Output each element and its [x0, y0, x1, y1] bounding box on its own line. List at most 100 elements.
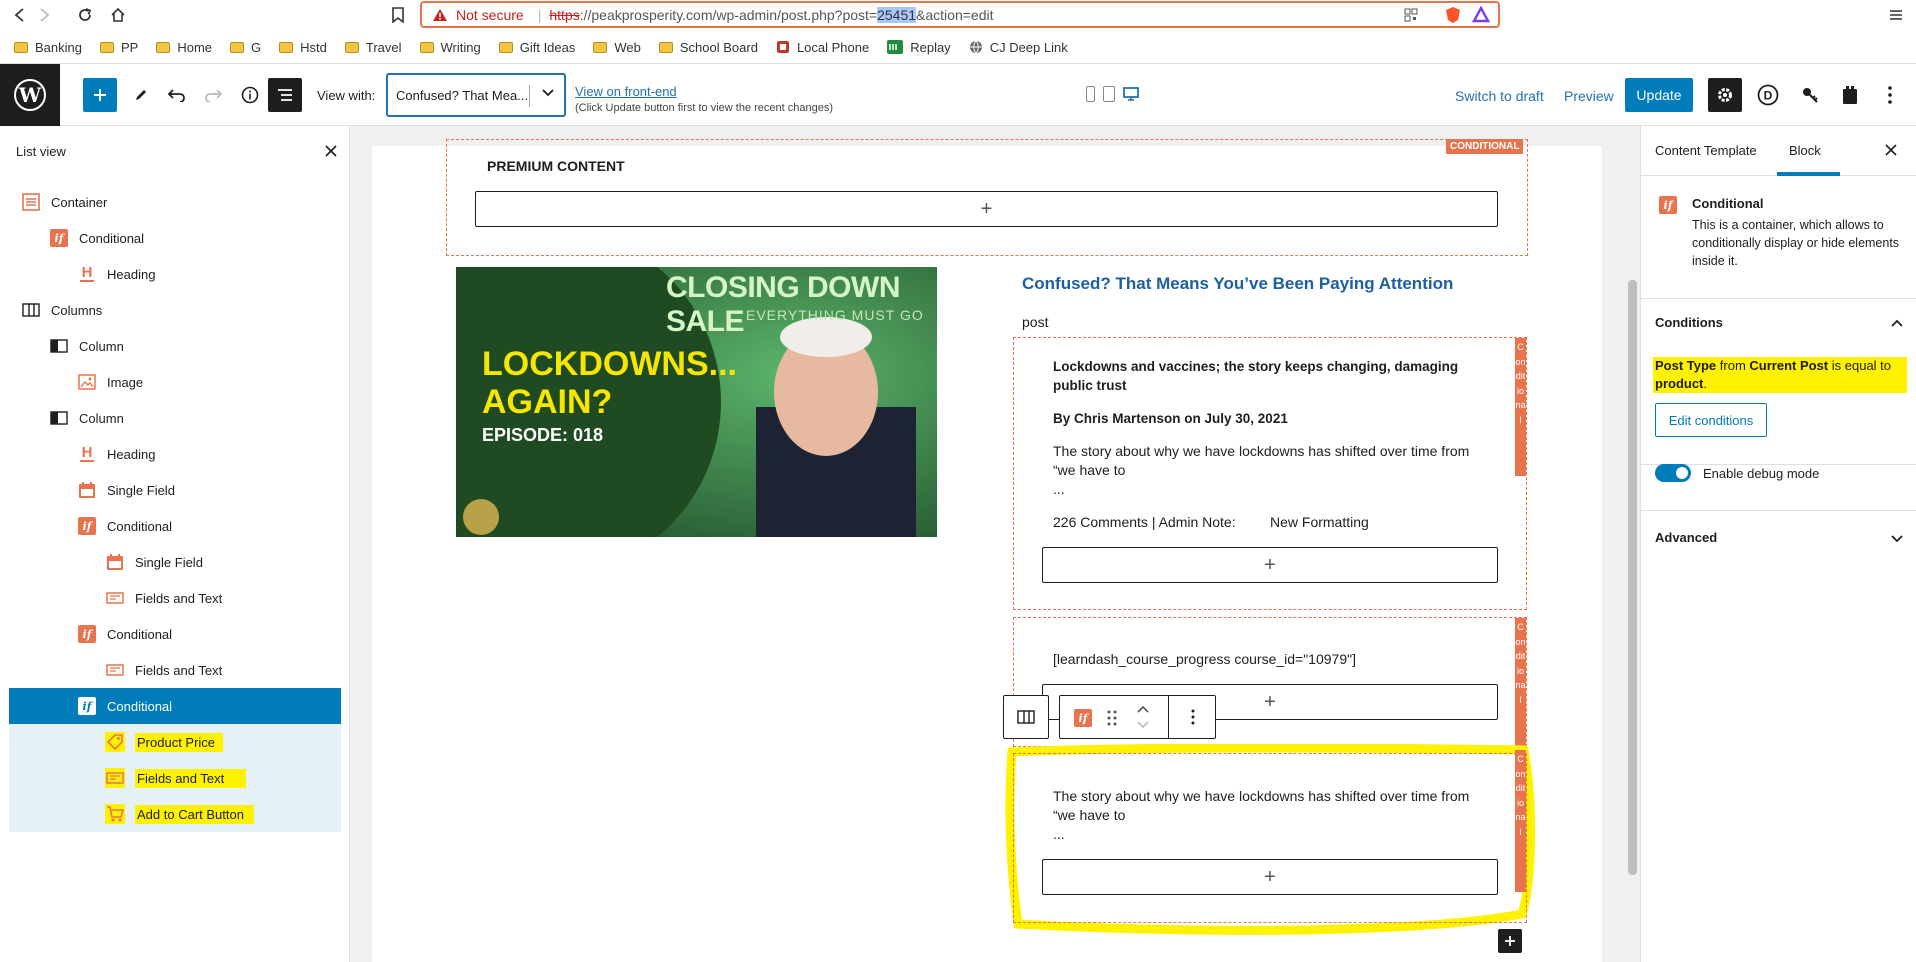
conditional-icon[interactable]: if [1074, 709, 1092, 727]
options-kebab-icon[interactable] [1873, 78, 1907, 112]
info-icon[interactable] [233, 78, 267, 112]
update-button[interactable]: Update [1625, 78, 1693, 112]
list-item-single-field[interactable]: Single Field [9, 544, 341, 580]
list-item-image[interactable]: Image [9, 364, 341, 400]
device-preview-group [1086, 86, 1139, 102]
list-item-add-to-cart[interactable]: Add to Cart Button [9, 796, 341, 832]
bookmark-item[interactable]: Travel [344, 40, 402, 55]
bookmark-item[interactable]: Replay [887, 40, 951, 55]
bookmark-item[interactable]: Banking [14, 40, 82, 55]
bookmark-item[interactable]: Home [156, 40, 212, 55]
bookmark-item[interactable]: G [230, 40, 261, 55]
url-text: https://peakprosperity.com/wp-admin/post… [549, 6, 994, 23]
tools-pencil-icon[interactable] [124, 78, 158, 112]
chevron-down-icon[interactable] [1891, 535, 1903, 543]
bookmark-icon[interactable] [388, 5, 408, 25]
reload-icon[interactable] [75, 5, 95, 25]
parent-select-button[interactable] [1003, 695, 1049, 739]
list-item-product-price[interactable]: Product Price [9, 724, 341, 760]
list-item-heading[interactable]: H Heading [9, 256, 341, 292]
tab-block[interactable]: Block [1789, 143, 1821, 158]
desktop-preview-icon[interactable] [1123, 86, 1139, 102]
list-item-column[interactable]: Column [9, 400, 341, 436]
debug-mode-toggle[interactable] [1655, 464, 1691, 482]
bookmarks-bar: Banking PP Home G Hstd Travel Writing Gi… [0, 35, 1916, 59]
undo-icon[interactable] [160, 78, 194, 112]
bookmark-item[interactable]: Gift Ideas [498, 40, 575, 55]
list-item-conditional[interactable]: if Conditional [9, 508, 341, 544]
mobile-preview-icon[interactable] [1086, 86, 1095, 102]
move-up-icon[interactable] [1136, 704, 1150, 714]
list-item-column[interactable]: Column [9, 328, 341, 364]
preview-button[interactable]: Preview [1564, 88, 1614, 104]
list-item-container[interactable]: Container [9, 184, 341, 220]
bookmark-item[interactable]: CJ Deep Link [969, 40, 1068, 55]
switch-to-draft-button[interactable]: Switch to draft [1455, 88, 1544, 104]
close-icon[interactable] [1885, 144, 1897, 156]
close-icon[interactable] [325, 145, 337, 157]
front-end-note: (Click Update button first to view the r… [575, 102, 834, 114]
settings-tabs: Content Template Block [1641, 126, 1916, 176]
bookmark-item[interactable]: Hstd [279, 40, 327, 55]
learndash-shortcode: [learndash_course_progress course_id="10… [1053, 651, 1356, 667]
redo-icon[interactable] [196, 78, 230, 112]
list-view-panel: List view Container if Conditional H Hea… [0, 126, 350, 962]
canvas-scrollbar-thumb[interactable] [1628, 280, 1637, 875]
address-bar[interactable]: Not secure | https://peakprosperity.com/… [420, 1, 1500, 28]
post-type-field: post [1022, 314, 1049, 330]
list-item-heading[interactable]: H Heading [9, 436, 341, 472]
folder-icon [230, 41, 245, 53]
list-item-fields-and-text[interactable]: Fields and Text [9, 580, 341, 616]
tablet-preview-icon[interactable] [1103, 86, 1115, 102]
columns-icon [1017, 710, 1035, 724]
drag-handle-icon[interactable] [1106, 709, 1118, 727]
block-options-icon[interactable] [1191, 709, 1195, 725]
view-on-front-end-link[interactable]: View on front-end [575, 84, 677, 99]
advanced-section-title[interactable]: Advanced [1655, 530, 1717, 545]
key-plugin-icon[interactable] [1793, 78, 1827, 112]
chevron-up-icon[interactable] [1891, 319, 1903, 327]
list-item-conditional[interactable]: if Conditional [9, 220, 341, 256]
view-with-select[interactable]: Confused? That Mea... [386, 73, 566, 117]
add-block-button[interactable] [83, 78, 117, 112]
browser-menu-icon[interactable] [1886, 5, 1906, 25]
block-appender-plus[interactable]: + [1042, 547, 1498, 583]
list-item-columns[interactable]: Columns [9, 292, 341, 328]
post-byline: By Chris Martenson on July 30, 2021 [1053, 411, 1288, 426]
block-toolbar: if [1059, 695, 1216, 739]
tab-content-template[interactable]: Content Template [1655, 143, 1757, 158]
bookmark-item[interactable]: School Board [658, 40, 758, 55]
plugin-panel-icon[interactable] [1833, 78, 1867, 112]
back-icon[interactable] [10, 5, 30, 25]
folder-icon [99, 41, 114, 53]
list-view-toggle-icon[interactable] [268, 78, 302, 112]
bookmark-item[interactable]: Writing [419, 40, 481, 55]
list-item-conditional[interactable]: if Conditional [9, 616, 341, 652]
settings-gear-icon[interactable] [1708, 78, 1742, 112]
block-appender-plus[interactable]: + [475, 191, 1498, 227]
home-icon[interactable] [108, 5, 128, 25]
brave-shield-icon[interactable] [1444, 6, 1462, 24]
image-episode: EPISODE: 018 [482, 425, 604, 445]
svg-text:D: D [1764, 89, 1773, 103]
edit-conditions-button[interactable]: Edit conditions [1655, 403, 1767, 437]
forward-icon[interactable] [34, 5, 54, 25]
folder-icon [593, 41, 608, 53]
list-item-fields-and-text[interactable]: Fields and Text [9, 760, 341, 796]
bookmark-item[interactable]: Web [593, 40, 641, 55]
list-item-fields-and-text[interactable]: Fields and Text [9, 652, 341, 688]
bookmark-item[interactable]: PP [99, 40, 138, 55]
brave-rewards-icon[interactable] [1472, 6, 1490, 24]
bookmark-item[interactable]: Local Phone [776, 40, 869, 55]
list-item-single-field[interactable]: Single Field [9, 472, 341, 508]
featured-image[interactable]: CLOSING DOWN SALE EVERYTHING MUST GO LOC… [456, 267, 937, 537]
conditions-title[interactable]: Conditions [1655, 315, 1723, 330]
wordpress-logo-icon[interactable]: W [0, 64, 60, 126]
add-block-inline-button[interactable] [1498, 929, 1522, 953]
block-appender-plus[interactable]: + [1042, 859, 1498, 895]
move-down-icon[interactable] [1136, 720, 1150, 730]
qr-code-icon[interactable] [1404, 8, 1418, 22]
list-item-conditional-selected[interactable]: if Conditional [9, 688, 341, 724]
divi-d-icon[interactable]: D [1751, 78, 1785, 112]
conditional-tag: CONDITIONAL [1446, 139, 1524, 154]
